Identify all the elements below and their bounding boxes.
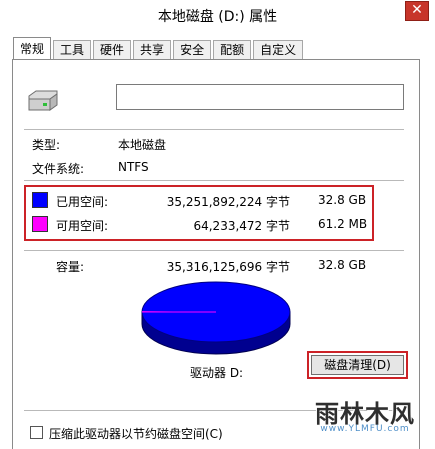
general-panel (12, 59, 420, 449)
volume-name-input[interactable] (116, 84, 404, 110)
tab-strip: 常规 工具 硬件 共享 安全 配额 自定义 (13, 36, 305, 61)
separator (24, 129, 404, 130)
free-space-label: 可用空间: (56, 219, 109, 233)
filesystem-value: NTFS (118, 160, 149, 174)
compress-checkbox[interactable] (30, 426, 43, 439)
tab-tools[interactable]: 工具 (53, 40, 92, 60)
tab-quota[interactable]: 配额 (213, 40, 252, 60)
type-value: 本地磁盘 (118, 138, 167, 152)
separator (24, 180, 404, 181)
disk-cleanup-button[interactable]: 磁盘清理(D) (311, 355, 404, 375)
free-space-bytes: 64,233,472 字节 (193, 219, 290, 233)
used-space-bytes: 35,251,892,224 字节 (166, 195, 290, 209)
watermark-logo: 雨林木风 www.YLMFU.com (305, 394, 425, 440)
tab-sharing[interactable]: 共享 (133, 40, 172, 60)
drive-icon (28, 90, 58, 111)
type-label: 类型: (32, 138, 61, 152)
usage-pie-chart (141, 281, 291, 355)
title-bar: 本地磁盘 (D:) 属性 ✕ (0, 0, 435, 31)
compress-checkbox-label[interactable]: 压缩此驱动器以节约磁盘空间(C) (49, 425, 223, 442)
drive-letter-label: 驱动器 D: (190, 366, 244, 380)
capacity-bytes: 35,316,125,696 字节 (166, 260, 290, 274)
tab-general[interactable]: 常规 (13, 37, 52, 61)
watermark-url: www.YLMFU.com (320, 424, 410, 434)
used-color-swatch (32, 192, 48, 208)
capacity-size: 32.8 GB (318, 258, 367, 272)
close-icon: ✕ (411, 2, 423, 18)
filesystem-label: 文件系统: (32, 162, 85, 176)
close-button[interactable]: ✕ (405, 1, 429, 21)
used-space-size: 32.8 GB (318, 193, 367, 207)
capacity-label: 容量: (56, 260, 85, 274)
tab-customize[interactable]: 自定义 (253, 40, 304, 60)
used-space-label: 已用空间: (56, 195, 109, 209)
tab-security[interactable]: 安全 (173, 40, 212, 60)
free-color-swatch (32, 216, 48, 232)
separator (24, 250, 404, 251)
window-title: 本地磁盘 (D:) 属性 (157, 9, 278, 25)
tab-hardware[interactable]: 硬件 (93, 40, 132, 60)
free-space-size: 61.2 MB (318, 217, 368, 231)
